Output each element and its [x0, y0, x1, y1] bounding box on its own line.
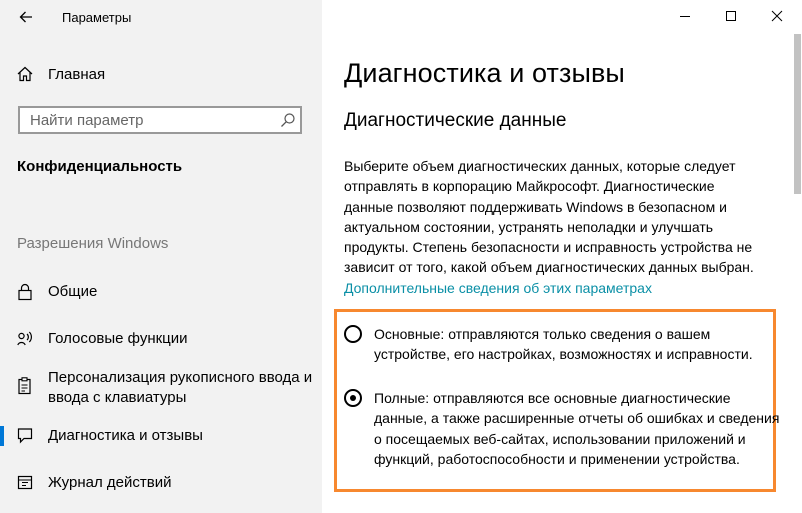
- close-icon: [771, 10, 783, 22]
- sidebar-item-label: Журнал действий: [48, 474, 172, 491]
- arrow-left-icon: [19, 11, 32, 23]
- search-input[interactable]: [20, 108, 280, 132]
- back-button[interactable]: [15, 6, 37, 28]
- minimize-icon: [680, 16, 690, 17]
- search-icon[interactable]: [280, 112, 296, 128]
- sidebar-item-general[interactable]: Общие: [0, 282, 322, 302]
- sidebar-group-header: Разрешения Windows: [17, 235, 169, 252]
- sidebar-item-label: Голосовые функции: [48, 330, 188, 347]
- sidebar-item-home[interactable]: Главная: [17, 64, 105, 84]
- description-text: Выберите объем диагностических данных, к…: [344, 158, 754, 276]
- minimize-button[interactable]: [662, 0, 708, 32]
- sidebar-item-label: Персонализация рукописного ввода и ввода…: [48, 369, 313, 406]
- radio-label: Полные: отправляются все основные диагно…: [374, 390, 780, 467]
- speech-icon: [17, 331, 32, 346]
- maximize-button[interactable]: [708, 0, 754, 32]
- sidebar-item-activity-history[interactable]: Журнал действий: [0, 473, 322, 493]
- radio-button[interactable]: [344, 325, 362, 343]
- page-title: Диагностика и отзывы: [344, 58, 625, 88]
- search-box[interactable]: [18, 106, 302, 134]
- home-icon: [17, 66, 33, 82]
- sidebar-item-diagnostics[interactable]: Диагностика и отзывы: [0, 426, 322, 446]
- radio-basic[interactable]: Основные: отправляются только сведения о…: [344, 324, 784, 366]
- sidebar-item-inking-typing[interactable]: Персонализация рукописного ввода и ввода…: [0, 368, 322, 408]
- radio-label: Основные: отправляются только сведения о…: [374, 326, 753, 363]
- radio-button-selected[interactable]: [344, 389, 362, 407]
- sidebar-item-speech[interactable]: Голосовые функции: [0, 329, 322, 349]
- clipboard-icon: [18, 377, 31, 395]
- section-title: Диагностические данные: [344, 110, 567, 131]
- sidebar-section-title: Конфиденциальность: [17, 158, 183, 175]
- sidebar-item-label: Общие: [48, 283, 98, 300]
- history-icon: [17, 475, 33, 490]
- radio-full[interactable]: Полные: отправляются все основные диагно…: [344, 388, 784, 490]
- sidebar: Параметры Главная Конфиденциальность Раз…: [0, 0, 322, 513]
- maximize-icon: [726, 11, 736, 21]
- sidebar-item-label: Диагностика и отзывы: [48, 427, 203, 444]
- scrollbar-thumb[interactable]: [794, 34, 801, 194]
- lock-icon: [18, 283, 32, 301]
- description: Выберите объем диагностических данных, к…: [344, 156, 764, 298]
- sidebar-item-home-label: Главная: [48, 65, 106, 83]
- main-content: Диагностика и отзывы Диагностические дан…: [322, 0, 802, 513]
- window-title: Параметры: [62, 10, 132, 25]
- radio-selected-dot: [350, 395, 356, 401]
- more-info-link[interactable]: Дополнительные сведения об этих параметр…: [344, 280, 652, 296]
- feedback-icon: [17, 428, 33, 444]
- close-button[interactable]: [754, 0, 800, 32]
